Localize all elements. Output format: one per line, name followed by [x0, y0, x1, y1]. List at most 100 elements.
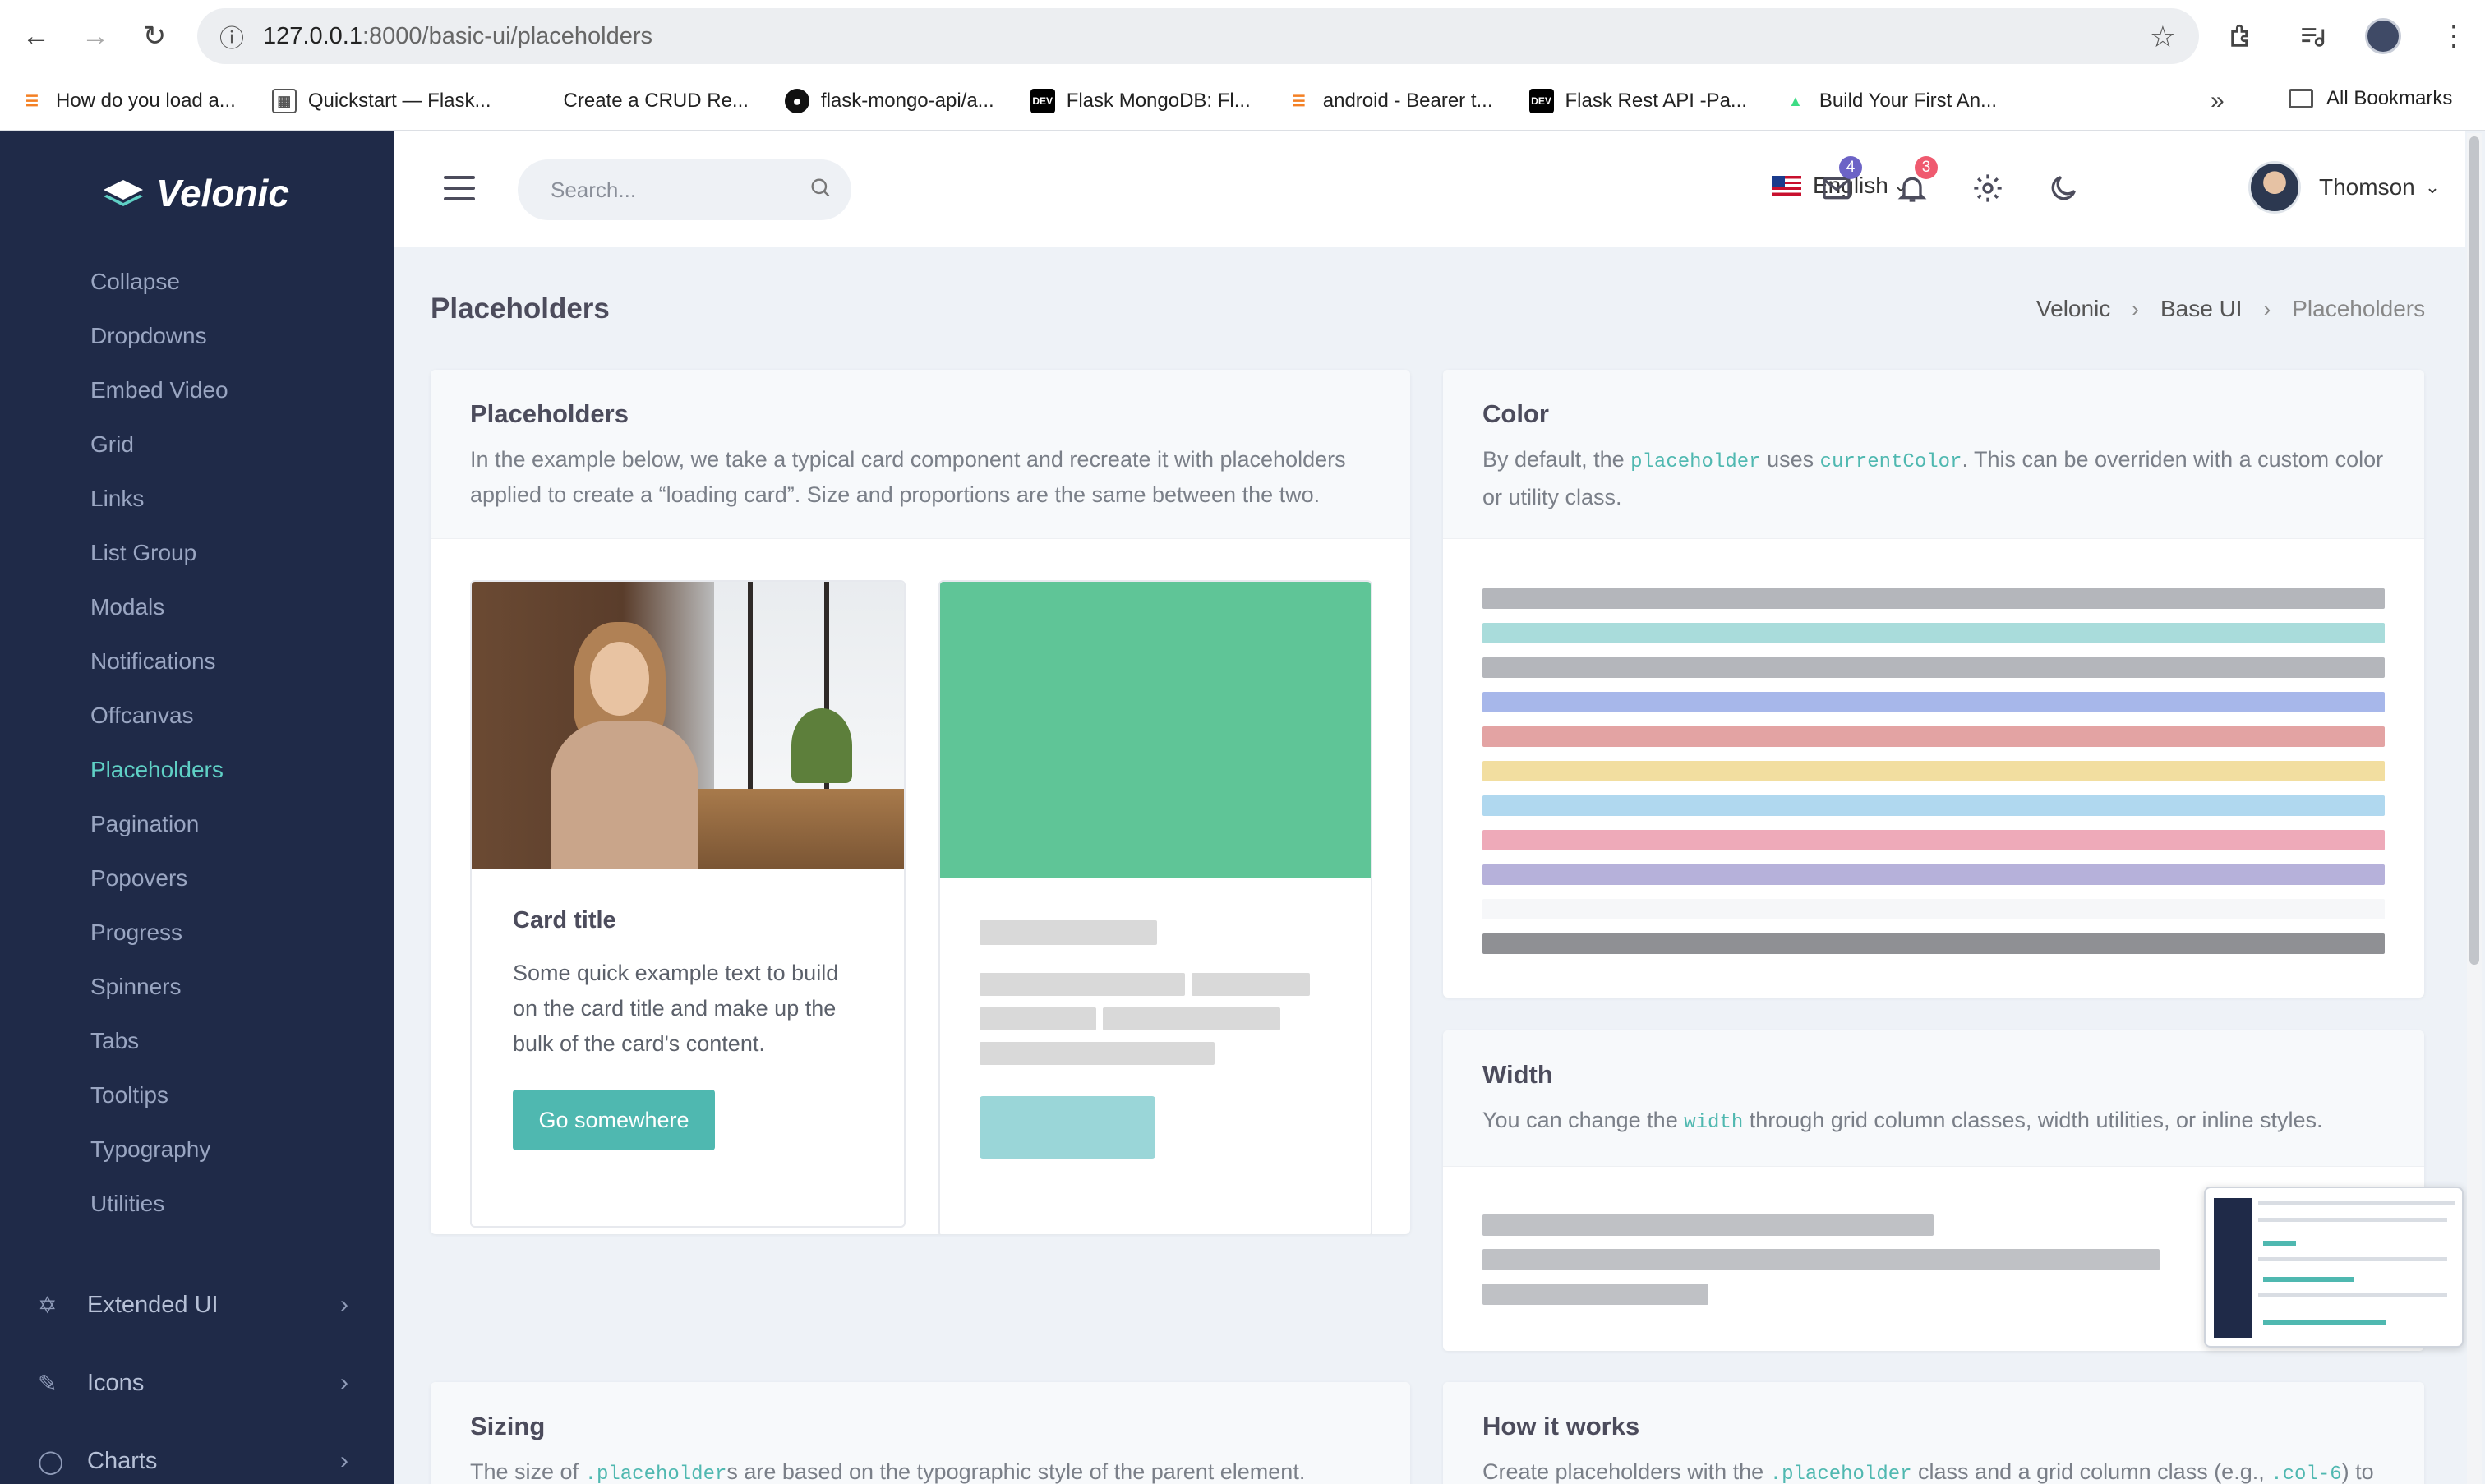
bookmark-item[interactable]: ▦ Quickstart — Flask...: [271, 89, 491, 113]
width-placeholder-bar: [1482, 1284, 1708, 1305]
sidebar-item-modals[interactable]: Modals: [0, 580, 394, 634]
sidebar-item-dropdowns[interactable]: Dropdowns: [0, 309, 394, 363]
card-header: Sizing The size of .placeholders are bas…: [431, 1382, 1410, 1484]
user-name: Thomson: [2319, 174, 2415, 200]
color-placeholder-bar: [1482, 830, 2385, 850]
sidebar-item-collapse[interactable]: Collapse: [0, 255, 394, 309]
topbar: English ⌄ 4 3 Thomson ⌄: [394, 131, 2465, 247]
ribbon-icon: ✡: [38, 1292, 58, 1318]
media-control-icon[interactable]: [2289, 12, 2335, 61]
how-it-works-card: How it works Create placeholders with th…: [1443, 1382, 2424, 1484]
sidebar-item-tabs[interactable]: Tabs: [0, 1014, 394, 1068]
color-placeholder-bar: [1482, 899, 2385, 919]
back-arrow-icon[interactable]: ←: [12, 12, 61, 61]
forward-arrow-icon[interactable]: →: [71, 12, 120, 61]
card-description: You can change the width through grid co…: [1482, 1103, 2385, 1141]
avatar: [2248, 161, 2301, 214]
color-placeholder-bar: [1482, 623, 2385, 643]
stackoverflow-icon: ☰: [1292, 92, 1306, 109]
card-heading: Placeholders: [470, 399, 629, 428]
sidebar-group-icons[interactable]: ✎ Icons ›: [0, 1350, 394, 1416]
color-card: Color By default, the placeholder uses c…: [1443, 370, 2424, 998]
screenshot-preview-thumbnail[interactable]: [2204, 1187, 2464, 1348]
page-scrollbar[interactable]: [2467, 133, 2482, 1484]
more-menu-icon[interactable]: ⋮: [2431, 12, 2477, 61]
more-bookmarks-chevron-icon[interactable]: »: [2211, 87, 2225, 115]
bookmark-label: Create a CRUD Re...: [563, 90, 749, 112]
sidebar-item-grid[interactable]: Grid: [0, 417, 394, 472]
card-description: In the example below, we take a typical …: [470, 447, 1346, 507]
width-placeholder-bar: [1482, 1249, 2160, 1270]
sidebar-item-tooltips[interactable]: Tooltips: [0, 1068, 394, 1122]
sidebar-group-charts[interactable]: ◯ Charts ›: [0, 1428, 394, 1484]
stackoverflow-icon: ☰: [25, 92, 39, 109]
bookmark-item[interactable]: ▲ Build Your First An...: [1783, 89, 1997, 113]
desc-text: Create placeholders with the: [1482, 1459, 1770, 1484]
all-bookmarks-button[interactable]: All Bookmarks: [2289, 87, 2452, 110]
width-placeholder-bar: [1482, 1214, 1934, 1236]
sidebar-item-pagination[interactable]: Pagination: [0, 797, 394, 851]
bookmark-item[interactable]: ☰ android - Bearer t...: [1287, 89, 1493, 113]
site-info-icon[interactable]: ⓘ: [207, 18, 256, 54]
sidebar-item-typography[interactable]: Typography: [0, 1122, 394, 1177]
gear-icon: [1974, 174, 2002, 202]
bookmark-star-icon[interactable]: ☆: [2150, 20, 2176, 54]
chevron-down-icon: ⌄: [2424, 177, 2441, 197]
code-snippet: .col-6: [2271, 1463, 2342, 1484]
search-icon[interactable]: [809, 176, 832, 199]
bookmark-item[interactable]: DEV Flask Rest API -Pa...: [1528, 89, 1747, 113]
extensions-puzzle-icon[interactable]: [2219, 12, 2265, 61]
sidebar-item-utilities[interactable]: Utilities: [0, 1177, 394, 1231]
sidebar-group-extended-ui[interactable]: ✡ Extended UI ›: [0, 1272, 394, 1338]
user-menu[interactable]: Thomson ⌄: [2248, 161, 2440, 214]
card-heading: Sizing: [470, 1412, 546, 1440]
desc-text: uses: [1760, 447, 1820, 472]
card-description: The size of .placeholders are based on t…: [470, 1454, 1371, 1484]
sidebar-item-popovers[interactable]: Popovers: [0, 851, 394, 906]
settings-button[interactable]: [1967, 168, 2008, 209]
bookmark-item[interactable]: ☰ How do you load a...: [20, 89, 236, 113]
color-placeholder-bar: [1482, 692, 2385, 712]
sidebar-item-spinners[interactable]: Spinners: [0, 960, 394, 1014]
brand-logo[interactable]: Velonic: [102, 171, 289, 215]
bookmark-label: flask-mongo-api/a...: [820, 90, 994, 112]
chevron-right-icon: ›: [2132, 296, 2139, 321]
dev-icon: DEV: [1528, 89, 1554, 113]
breadcrumb: Velonic › Base UI › Placeholders: [2036, 296, 2425, 322]
bookmark-item[interactable]: Create a CRUD Re...: [528, 89, 749, 113]
address-bar[interactable]: ⓘ 127.0.0.1:8000/basic-ui/placeholders ☆: [197, 8, 2199, 64]
color-placeholder-bar: [1482, 761, 2385, 781]
breadcrumb-item[interactable]: Base UI: [2160, 296, 2243, 322]
sidebar-group-label: Extended UI: [87, 1291, 219, 1318]
desc-text: s are based on the typographic style of …: [726, 1459, 1306, 1484]
placeholders-card: Placeholders In the example below, we ta…: [431, 370, 1410, 1234]
bookmark-item[interactable]: ● flask-mongo-api/a...: [784, 89, 994, 113]
sidebar: Velonic Collapse Dropdowns Embed Video Grid…: [0, 131, 394, 1484]
bookmark-label: Flask MongoDB: Fl...: [1066, 90, 1251, 112]
image-placeholder: [940, 582, 1371, 878]
pencil-ruler-icon: ✎: [38, 1370, 58, 1396]
go-somewhere-button[interactable]: Go somewhere: [513, 1090, 715, 1150]
sidebar-item-links[interactable]: Links: [0, 472, 394, 526]
sidebar-item-offcanvas[interactable]: Offcanvas: [0, 689, 394, 743]
search-input[interactable]: [518, 159, 851, 220]
notifications-button[interactable]: 3: [1892, 156, 1938, 209]
mail-button[interactable]: 4: [1816, 156, 1862, 209]
bookmark-label: android - Bearer t...: [1322, 90, 1493, 112]
sidebar-item-notifications[interactable]: Notifications: [0, 634, 394, 689]
sidebar-item-list-group[interactable]: List Group: [0, 526, 394, 580]
bookmark-item[interactable]: DEV Flask MongoDB: Fl...: [1030, 89, 1251, 113]
android-icon: ▲: [1788, 92, 1803, 109]
donut-chart-icon: ◯: [38, 1448, 64, 1474]
breadcrumb-item[interactable]: Velonic: [2036, 296, 2110, 322]
theme-toggle-button[interactable]: [2043, 168, 2084, 209]
text-placeholder: [1103, 1007, 1280, 1030]
profile-avatar-icon[interactable]: [2360, 12, 2406, 61]
breadcrumb-current: Placeholders: [2292, 296, 2426, 321]
sidebar-item-embed-video[interactable]: Embed Video: [0, 363, 394, 417]
moon-icon: [2051, 176, 2076, 200]
menu-toggle-icon[interactable]: [444, 176, 475, 200]
sidebar-item-placeholders[interactable]: Placeholders: [0, 743, 394, 797]
reload-icon[interactable]: ↻: [130, 12, 179, 61]
sidebar-item-progress[interactable]: Progress: [0, 906, 394, 960]
